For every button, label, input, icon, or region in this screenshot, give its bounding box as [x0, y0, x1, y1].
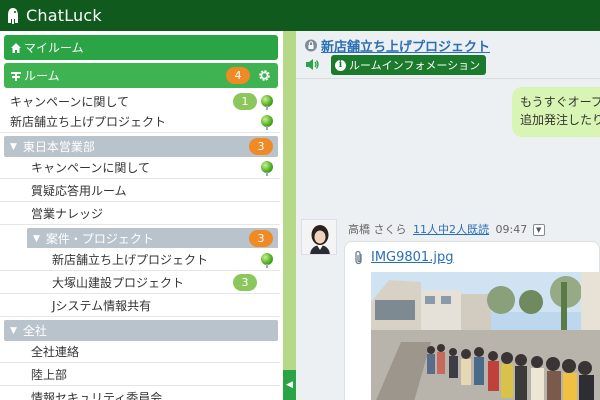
group-header-projects[interactable]: ▼ 案件・プロジェクト 3: [27, 228, 278, 249]
my-message-line: 追加発注したり: [520, 113, 600, 127]
app-name: ChatLuck: [26, 6, 102, 25]
group-header-company[interactable]: ▼ 全社: [4, 320, 278, 341]
attachment-link[interactable]: IMG9801.jpg: [371, 250, 453, 265]
info-icon: i: [335, 59, 346, 71]
room-item-label: 新店舗立ち上げプロジェクト: [52, 252, 209, 267]
arrow-left-icon: ◀: [286, 380, 293, 390]
room-unread-badge: 4: [226, 67, 250, 84]
gear-icon[interactable]: [258, 69, 271, 82]
room-item-label: 営業ナレッジ: [31, 206, 104, 221]
message-bubble: IMG9801.jpg: [344, 241, 600, 400]
group-name: 案件・プロジェクト: [45, 232, 154, 246]
room-item[interactable]: キャンペーンに関して: [0, 156, 280, 179]
room-button[interactable]: ルーム 4: [4, 63, 278, 88]
avatar-image: [302, 220, 336, 254]
sender-name: 高橋 さくら: [348, 223, 407, 236]
message: 高橋 さくら 11人中2人既読 09:47 ▼ IMG9801.jpg: [296, 209, 600, 400]
collapse-sidebar-button[interactable]: ◀: [283, 370, 296, 400]
room-item-label: 全社連絡: [31, 344, 80, 359]
room-icon: [11, 71, 21, 81]
attachment-photo[interactable]: [371, 272, 600, 400]
room-header: 新店舗立ち上げプロジェクト i ルームインフォメーション: [296, 31, 600, 79]
my-room-button[interactable]: マイルーム: [4, 35, 278, 60]
sidebar: マイルーム ルーム 4 キャンペーンに関して 1 新店舗立ち上げプロジェクト ▼…: [0, 31, 283, 400]
room-title[interactable]: 新店舗立ち上げプロジェクト: [321, 36, 490, 55]
room-item[interactable]: 大塚山建設プロジェクト 3: [0, 271, 280, 294]
room-info-label: ルームインフォメーション: [349, 59, 481, 72]
my-message-line: もうすぐオープ: [520, 95, 600, 109]
group-name: 全社: [22, 324, 47, 338]
chevron-down-icon[interactable]: ▼: [532, 224, 545, 236]
app-header: ChatLuck: [0, 0, 600, 31]
room-item-label: Jシステム情報共有: [52, 298, 152, 313]
my-message-bubble: もうすぐオープ 追加発注したり: [512, 87, 600, 137]
room-item[interactable]: Jシステム情報共有: [0, 294, 280, 317]
speaker-icon[interactable]: [305, 58, 320, 71]
online-status-icon: [261, 253, 273, 268]
room-item-label: 新店舗立ち上げプロジェクト: [10, 114, 167, 129]
chat-panel: 新店舗立ち上げプロジェクト i ルームインフォメーション もうすぐオープ 追加発…: [296, 31, 600, 400]
group-header-east-sales[interactable]: ▼ 東日本営業部 3: [4, 136, 278, 157]
room-info-button[interactable]: i ルームインフォメーション: [331, 55, 487, 75]
online-status-icon: [261, 95, 273, 110]
group-unread-badge: 3: [249, 230, 273, 247]
group-unread-badge: 3: [249, 138, 273, 155]
paperclip-icon: [355, 250, 362, 265]
collapse-triangle-icon: ▼: [10, 325, 17, 336]
message-time: 09:47: [495, 223, 528, 236]
room-item[interactable]: 質疑応答用ルーム: [0, 179, 280, 202]
collapse-triangle-icon: ▼: [33, 233, 40, 244]
room-item[interactable]: 全社連絡: [0, 340, 280, 363]
my-room-label: マイルーム: [24, 41, 84, 55]
room-item-label: キャンペーンに関して: [31, 160, 151, 175]
room-item-selected[interactable]: 新店舗立ち上げプロジェクト: [0, 248, 280, 271]
sidebar-splitter[interactable]: ◀: [283, 31, 296, 400]
room-item-label: 質疑応答用ルーム: [31, 183, 127, 198]
room-item-label: 陸上部: [31, 367, 68, 382]
avatar[interactable]: [301, 219, 337, 255]
collapse-triangle-icon: ▼: [10, 141, 17, 152]
room-item-label: キャンペーンに関して: [10, 94, 130, 109]
online-status-icon: [261, 115, 273, 130]
room-item-label: 大塚山建設プロジェクト: [52, 275, 185, 290]
group-name: 東日本営業部: [22, 140, 95, 154]
online-status-icon: [261, 161, 273, 176]
message-meta: 高橋 さくら 11人中2人既読 09:47 ▼: [348, 221, 545, 237]
unread-badge: 3: [233, 274, 257, 291]
lock-icon: [305, 39, 317, 52]
room-label: ルーム: [24, 69, 60, 83]
home-icon: [11, 42, 21, 53]
room-item[interactable]: 陸上部: [0, 363, 280, 386]
room-item[interactable]: 営業ナレッジ: [0, 202, 280, 225]
unread-badge: 1: [233, 93, 257, 110]
attachment-image: [371, 272, 600, 400]
room-item[interactable]: 情報セキュリティ委員会: [0, 386, 280, 400]
room-item-label: 情報セキュリティ委員会: [31, 390, 163, 400]
read-status-link[interactable]: 11人中2人既読: [413, 223, 489, 236]
chatluck-logo-icon: [8, 7, 18, 24]
room-item-selected[interactable]: 新店舗立ち上げプロジェクト: [0, 110, 280, 133]
